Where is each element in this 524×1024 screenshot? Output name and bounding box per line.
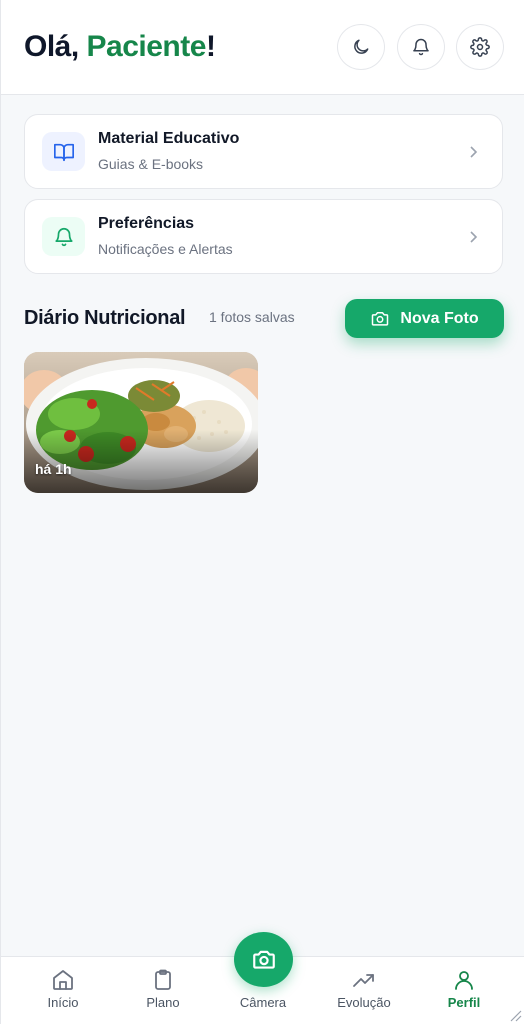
diary-title: Diário Nutricional [24,307,186,329]
nav-perfil[interactable]: Perfil [419,957,509,1024]
nav-label: Início [47,995,79,1010]
bell-icon [54,227,73,246]
greeting-name: Paciente [86,30,207,63]
card-subtitle: Notificações e Alertas [98,241,233,257]
preferencias-card[interactable]: Preferências Notificações e Alertas [24,199,503,274]
user-icon [455,971,473,990]
camera-icon [372,311,389,326]
diary-photo-count: 1 fotos salvas [209,309,295,325]
nav-label: Evolução [337,995,391,1010]
settings-button[interactable] [456,24,504,70]
greeting-suffix: ! [205,30,216,63]
nav-plano[interactable]: Plano [118,957,208,1024]
theme-toggle-button[interactable] [337,24,385,70]
camera-fab-button[interactable] [234,932,293,987]
nav-inicio[interactable]: Início [18,957,108,1024]
nav-label: Plano [146,995,180,1010]
moon-icon [354,39,369,54]
photo-timestamp: há 1h [35,461,72,477]
resize-handle-icon[interactable] [508,1008,522,1022]
card-title: Material Educativo [98,130,240,147]
chevron-right-icon [466,143,482,161]
greeting-title: Olá, Paciente! [24,30,216,64]
trending-up-icon [353,974,374,987]
card-title: Preferências [98,215,195,232]
card-subtitle: Guias & E-books [98,156,204,172]
gear-icon [470,37,490,57]
book-icon [53,143,74,161]
new-photo-label: Nova Foto [400,309,479,327]
book-icon-box [42,132,85,171]
bell-icon [413,38,429,56]
camera-icon [252,950,275,969]
greeting-prefix: Olá, [24,30,87,63]
clipboard-icon [155,969,171,990]
notifications-button[interactable] [397,24,445,70]
chevron-right-icon [466,228,482,246]
app-header: Olá, Paciente! [1,0,524,95]
new-photo-button[interactable]: Nova Foto [345,299,504,338]
diary-photo-thumbnail[interactable]: há 1h [24,352,258,493]
nav-label: Perfil [447,995,481,1010]
nav-label: Câmera [239,995,287,1010]
home-icon [53,970,73,990]
material-educativo-card[interactable]: Material Educativo Guias & E-books [24,114,503,189]
nav-evolucao[interactable]: Evolução [319,957,409,1024]
bell-icon-box [42,217,85,256]
